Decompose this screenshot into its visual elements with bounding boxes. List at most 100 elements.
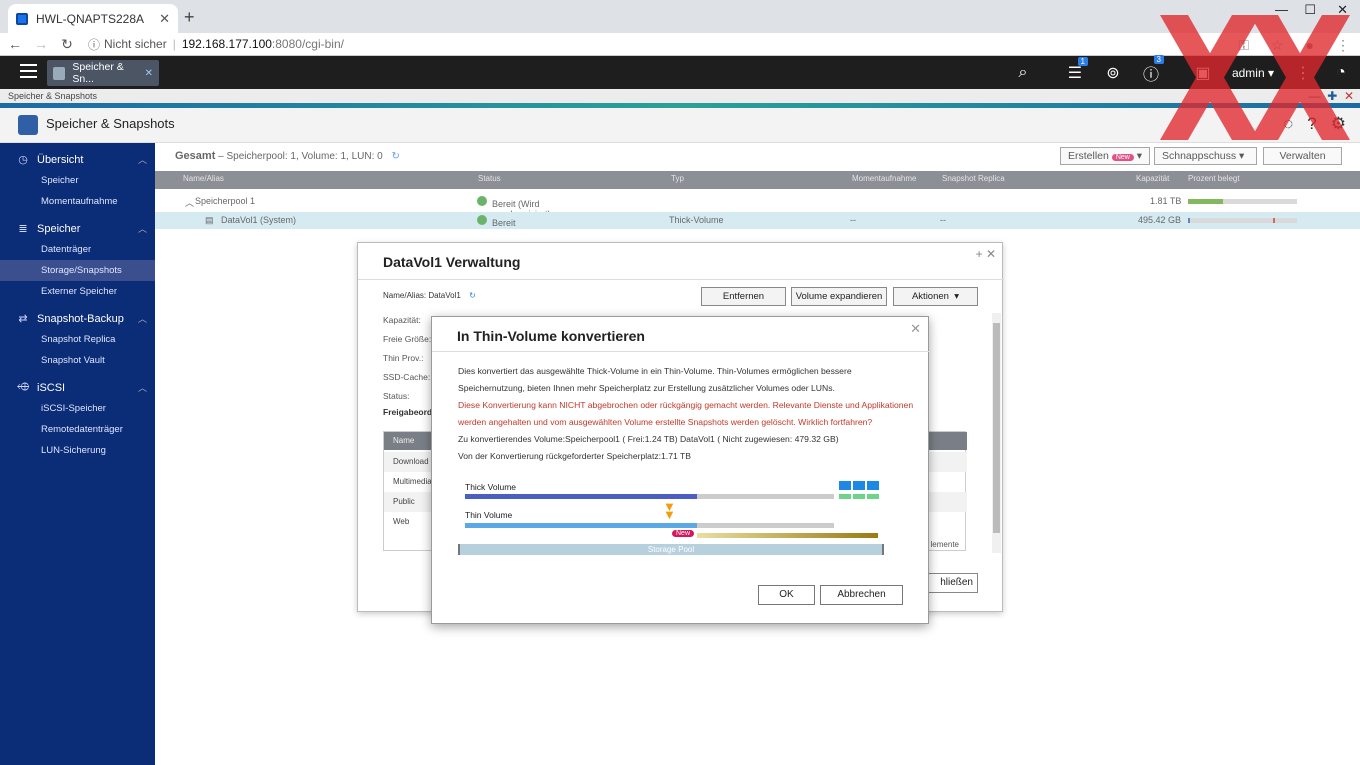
storage-snapshots-logo-icon	[18, 115, 38, 135]
header-icons: ◌ ? ⚙	[1283, 114, 1346, 134]
settings-gear-icon[interactable]: ⚙	[1331, 114, 1346, 134]
search-icon[interactable]: ⌕	[1004, 64, 1042, 82]
thin-free-bar	[697, 523, 834, 528]
alias-value: DataVol1	[428, 291, 461, 300]
new-badge: New	[672, 530, 695, 537]
url-separator: |	[172, 37, 176, 51]
mgmt-window-controls: + ✕	[976, 247, 996, 261]
free-size-label: Freie Größe:	[383, 334, 432, 344]
maximize-app-icon[interactable]: ✚	[1327, 89, 1337, 103]
forward-icon[interactable]: →	[30, 36, 52, 52]
sidebar-item-storage-snapshots[interactable]: Storage/Snapshots	[0, 260, 155, 281]
url-host: 192.168.177.100	[181, 37, 272, 51]
thin-volume-label: Thin Volume	[465, 510, 513, 520]
sidebar-group-label: iSCSI	[37, 381, 66, 394]
convert-arrow-icon: ▼ ▼	[663, 499, 676, 522]
sidebar-item-lun-sicherung[interactable]: LUN-Sicherung	[0, 440, 155, 461]
database-icon: ≣	[18, 223, 28, 235]
reload-icon[interactable]: ↻	[56, 36, 78, 53]
ok-button[interactable]: OK	[758, 585, 815, 605]
bookmark-star-icon[interactable]: ☆	[1271, 37, 1284, 54]
sidebar-group-storage[interactable]: ≣ Speicher ︿	[0, 218, 155, 239]
snapshot-icons	[839, 481, 879, 491]
more-icon[interactable]: ⋮	[1284, 63, 1322, 83]
remove-button[interactable]: Entfernen	[701, 287, 786, 306]
dialog-divider	[432, 351, 930, 352]
close-icon[interactable]: ✕	[910, 321, 921, 337]
sidebar-item-remotedatentraeger[interactable]: Remotedatenträger	[0, 419, 155, 440]
help-icon[interactable]: ?	[1307, 114, 1316, 134]
iscsi-icon: ⬲	[16, 381, 30, 393]
window-controls: — ✚ ✕	[1309, 89, 1354, 103]
thick-free-bar	[697, 494, 834, 499]
actions-label: Aktionen	[911, 291, 949, 302]
sidebar: ◷ Übersicht ︿ Speicher Momentaufnahme ≣ Spe…	[0, 143, 155, 765]
expand-volume-button[interactable]: Volume expandieren	[791, 287, 887, 306]
close-app-tab-icon[interactable]: ✕	[145, 68, 153, 79]
storage-pool-bar: Storage Pool	[458, 544, 884, 555]
browser-tab[interactable]: HWL-QNAPTS228A ✕	[8, 4, 178, 33]
profile-icon[interactable]: ●	[1306, 37, 1314, 54]
status-label: Status:	[383, 391, 410, 401]
main-menu-icon[interactable]	[20, 64, 37, 78]
background-tasks-icon[interactable]: ☰ 1	[1056, 56, 1094, 83]
maximize-icon[interactable]: +	[976, 247, 983, 261]
sidebar-item-momentaufnahme[interactable]: Momentaufnahme	[0, 191, 155, 212]
refresh-icon[interactable]: ↻	[469, 291, 476, 300]
close-tab-icon[interactable]: ✕	[159, 11, 170, 27]
notification-icon[interactable]: ◌	[1283, 114, 1293, 134]
url-field[interactable]: ⓘ Nicht sicher | 192.168.177.100 :8080/c…	[88, 36, 344, 53]
mgmt-title: DataVol1 Verwaltung	[383, 254, 521, 270]
snapshot-icon	[839, 481, 851, 490]
app-taskbar-tab[interactable]: Speicher & Sn... ✕	[47, 60, 159, 86]
thick-volume-label: Thick Volume	[465, 482, 517, 492]
new-tab-icon[interactable]: +	[184, 7, 195, 28]
minimize-icon[interactable]: —	[1275, 2, 1288, 17]
app-window-titlebar: Speicher & Snapshots — ✚ ✕	[0, 89, 1360, 103]
mgmt-close-button[interactable]: hließen	[928, 573, 978, 593]
sidebar-group-label: Übersicht	[37, 153, 84, 166]
minimize-app-icon[interactable]: —	[1309, 89, 1321, 103]
mgmt-scrollbar[interactable]	[992, 313, 1001, 553]
close-app-icon[interactable]: ✕	[1344, 89, 1354, 103]
sidebar-group-iscsi[interactable]: ⬲ iSCSI ︿	[0, 377, 155, 398]
actions-button[interactable]: Aktionen ▾	[893, 287, 978, 306]
snapshot-bars	[839, 494, 879, 499]
sidebar-item-speicher[interactable]: Speicher	[0, 170, 155, 191]
sidebar-group-overview[interactable]: ◷ Übersicht ︿	[0, 149, 155, 170]
user-name: admin	[1231, 65, 1265, 80]
key-icon[interactable]: ⚿	[1238, 37, 1249, 54]
capacity-label: Kapazität:	[383, 315, 421, 325]
sidebar-item-datentraeger[interactable]: Datenträger	[0, 239, 155, 260]
url-path: :8080/cgi-bin/	[271, 37, 344, 51]
mgmt-divider	[358, 279, 1004, 280]
app-header: Speicher & Snapshots ◌ ? ⚙	[0, 108, 1360, 143]
sidebar-item-snapshot-vault[interactable]: Snapshot Vault	[0, 350, 155, 371]
app-header-title: Speicher & Snapshots	[46, 116, 175, 131]
dashboard-icon[interactable]: ◔	[1322, 64, 1360, 82]
event-notification-icon[interactable]: ⓘ 3	[1132, 54, 1170, 85]
sidebar-item-iscsi-speicher[interactable]: iSCSI-Speicher	[0, 398, 155, 419]
cancel-button[interactable]: Abbrechen	[820, 585, 903, 605]
external-device-icon[interactable]: ⊚	[1094, 63, 1132, 83]
chevron-up-icon: ︿	[137, 155, 147, 165]
user-menu[interactable]: admin ▾	[1232, 66, 1274, 80]
thin-used-bar	[465, 523, 697, 528]
sidebar-item-externer-speicher[interactable]: Externer Speicher	[0, 281, 155, 302]
reclaim-info-line: Von der Konvertierung rückgeforderter Sp…	[458, 451, 691, 461]
scroll-thumb[interactable]	[993, 323, 1000, 533]
back-icon[interactable]: ←	[4, 36, 26, 52]
tasks-badge: 1	[1077, 56, 1088, 66]
user-avatar-icon[interactable]: ▣	[1184, 63, 1222, 83]
close-icon[interactable]: ✕	[986, 247, 996, 261]
chevron-up-icon: ︿	[137, 224, 147, 234]
snapshot-bar	[853, 494, 865, 499]
snapshot-icon	[867, 481, 879, 490]
window-close-icon[interactable]: ✕	[1337, 2, 1348, 18]
sidebar-group-snapshot-backup[interactable]: ⇄ Snapshot-Backup ︿	[0, 308, 155, 329]
maximize-icon[interactable]: ☐	[1304, 2, 1316, 18]
description-line-2: Speichernutzung, bieten Ihnen mehr Speic…	[458, 383, 835, 393]
sidebar-item-snapshot-replica[interactable]: Snapshot Replica	[0, 329, 155, 350]
browser-menu-icon[interactable]: ⋮	[1336, 37, 1350, 54]
sidebar-group-label: Snapshot-Backup	[37, 312, 124, 325]
